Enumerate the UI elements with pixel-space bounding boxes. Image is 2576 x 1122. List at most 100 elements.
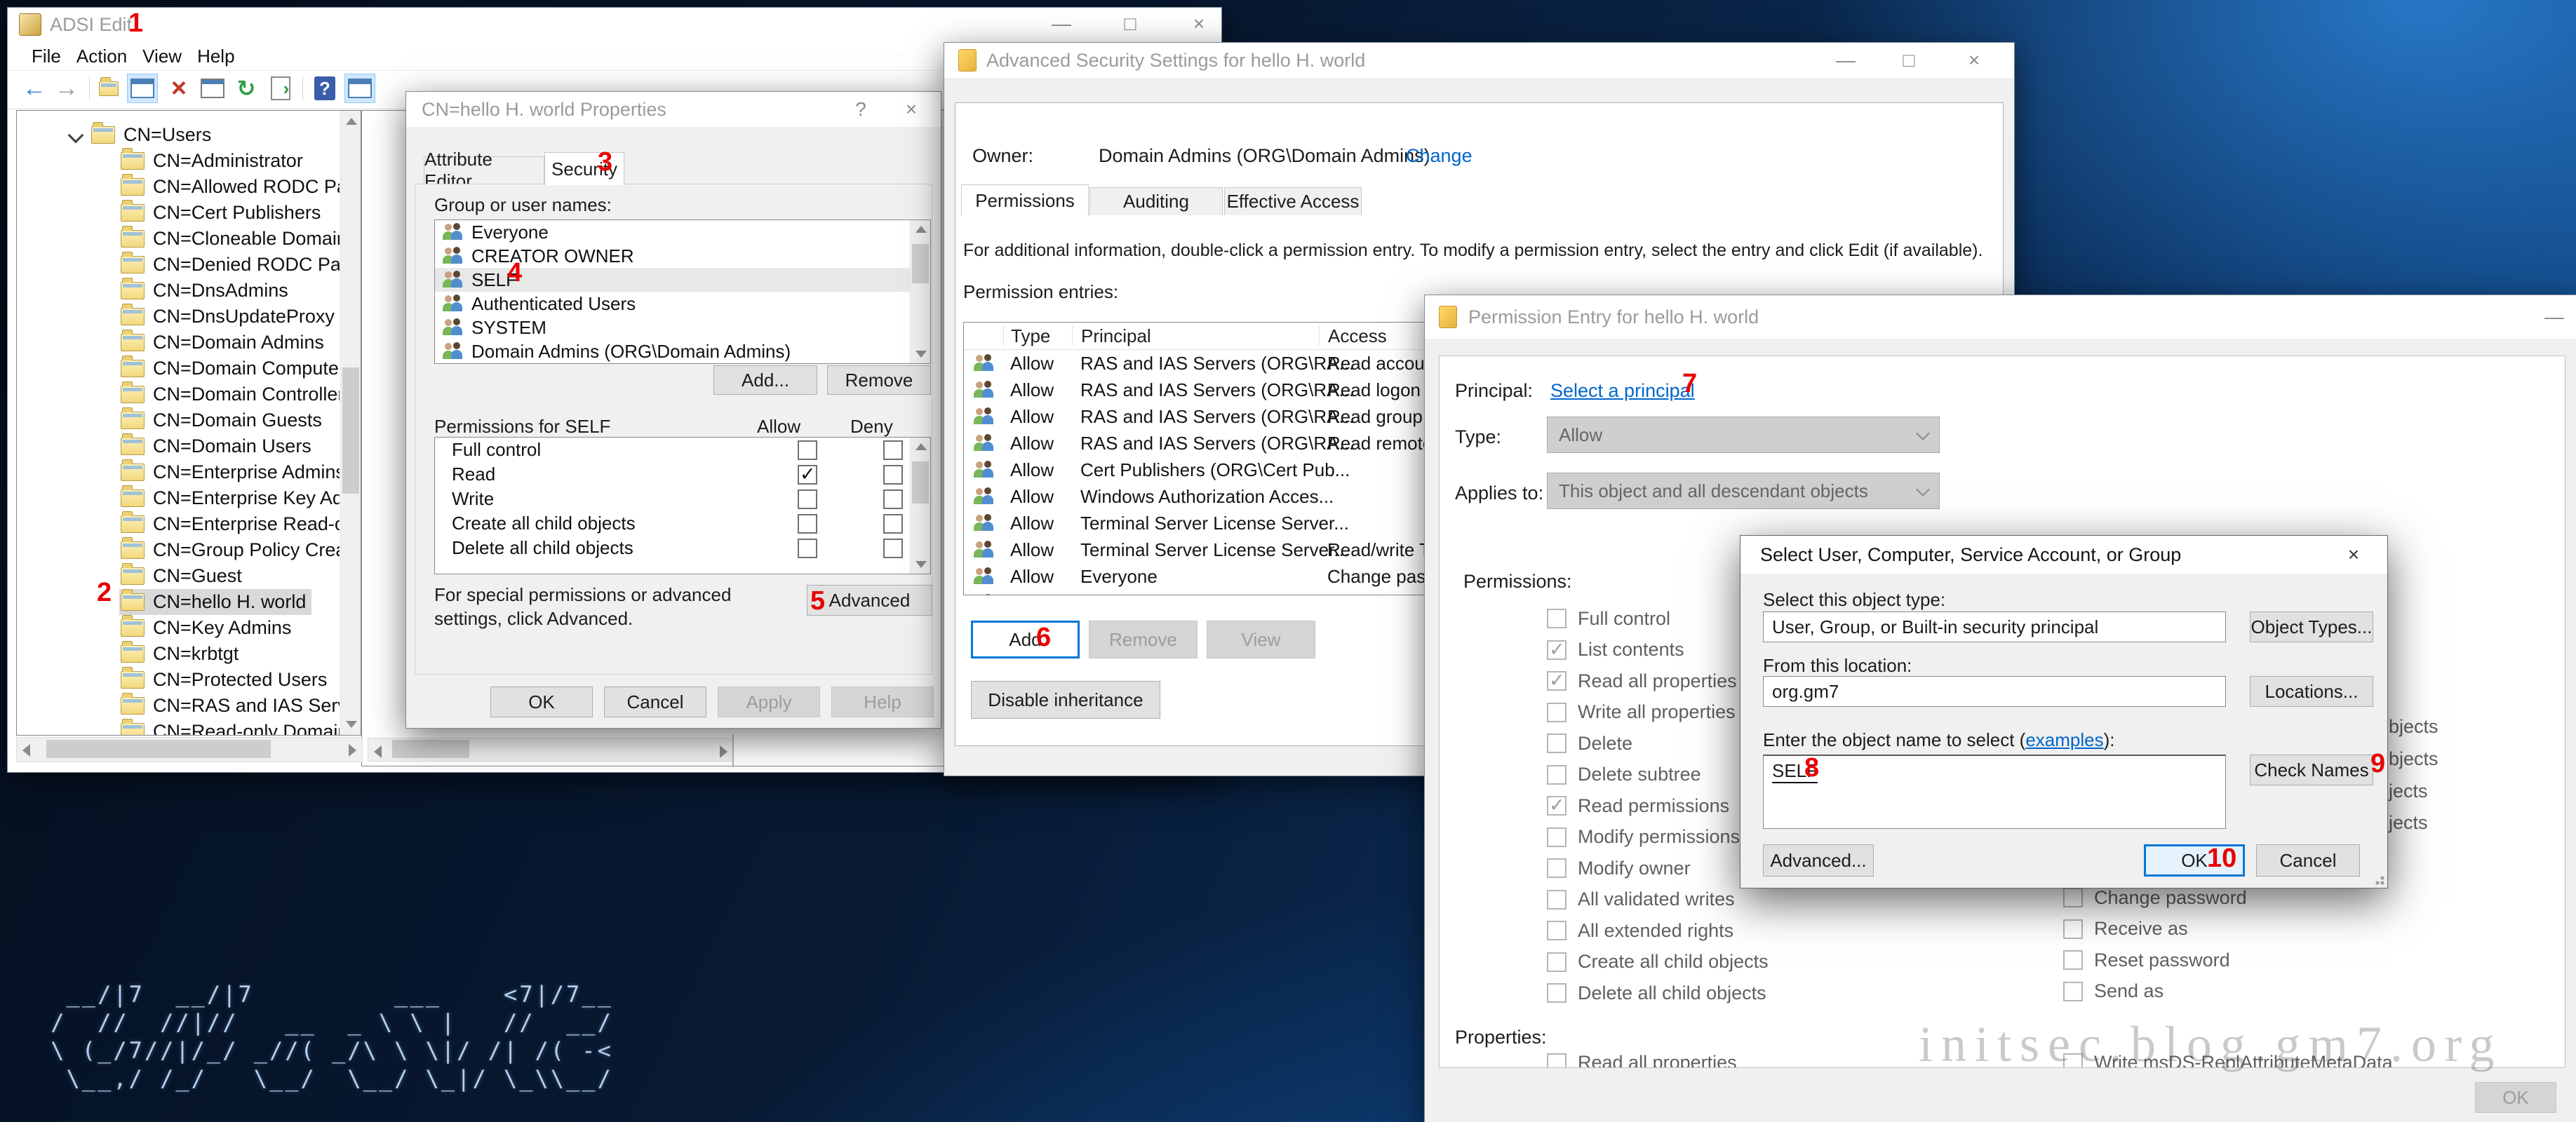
tree-item[interactable]: CN=DnsAdmins bbox=[21, 278, 340, 304]
group-item[interactable]: Domain Admins (ORG\Domain Admins) bbox=[435, 339, 930, 363]
deny-checkbox[interactable] bbox=[883, 489, 903, 509]
close-button[interactable]: × bbox=[2331, 540, 2376, 569]
refresh-icon[interactable]: ↻ bbox=[231, 74, 262, 103]
tree-item[interactable]: CN=Cloneable Domain Contro bbox=[21, 226, 340, 252]
chevron-down-icon[interactable] bbox=[62, 130, 90, 141]
group-item[interactable]: Authenticated Users bbox=[435, 292, 930, 316]
examples-link[interactable]: examples bbox=[2025, 729, 2103, 750]
tree-item[interactable]: CN=RAS and IAS Servers bbox=[21, 693, 340, 719]
groups-vscrollbar[interactable] bbox=[910, 220, 930, 363]
tree-hscrollbar[interactable] bbox=[16, 737, 363, 762]
show-action-pane-icon[interactable] bbox=[344, 74, 375, 103]
tree-item[interactable]: CN=Allowed RODC Password R bbox=[21, 174, 340, 200]
tree-item[interactable]: CN=Enterprise Admins bbox=[21, 459, 340, 485]
tree-item[interactable]: CN=Cert Publishers bbox=[21, 200, 340, 226]
permission-checkbox[interactable] bbox=[1547, 921, 1567, 940]
permission-checkbox[interactable] bbox=[1547, 827, 1567, 847]
group-item[interactable]: SYSTEM bbox=[435, 316, 930, 339]
show-console-tree-icon[interactable] bbox=[127, 74, 158, 103]
tree-item[interactable]: CN=Denied RODC Password R bbox=[21, 252, 340, 278]
cancel-button[interactable]: Cancel bbox=[2256, 844, 2360, 877]
tree-item[interactable]: CN=Domain Computers bbox=[21, 356, 340, 381]
group-item[interactable]: Everyone bbox=[435, 220, 930, 244]
minimize-button[interactable]: — bbox=[2532, 302, 2576, 332]
cancel-button[interactable]: Cancel bbox=[604, 687, 706, 717]
resize-grip[interactable] bbox=[2372, 872, 2384, 885]
tree-vscrollbar[interactable] bbox=[340, 111, 361, 735]
maximize-button[interactable]: □ bbox=[1886, 46, 1931, 75]
permission-checkbox[interactable] bbox=[1547, 765, 1567, 785]
allow-checkbox[interactable] bbox=[798, 514, 817, 534]
object-types-button[interactable]: Object Types... bbox=[2250, 611, 2373, 642]
tree-item[interactable]: CN=Group Policy Creator Owr bbox=[21, 537, 340, 563]
help-icon[interactable]: ? bbox=[309, 74, 340, 103]
select-principal-link[interactable]: Select a principal bbox=[1550, 380, 1695, 402]
ok-button[interactable]: OK bbox=[2475, 1082, 2556, 1113]
back-icon[interactable]: ← bbox=[19, 74, 50, 103]
allow-checkbox[interactable] bbox=[798, 539, 817, 558]
permission-checkbox[interactable] bbox=[2063, 888, 2083, 907]
menu-item[interactable]: File bbox=[32, 41, 76, 72]
help-button[interactable]: ? bbox=[841, 95, 880, 124]
check-names-button[interactable]: Check Names bbox=[2250, 755, 2373, 785]
advanced-button[interactable]: Advanced... bbox=[1763, 844, 1874, 877]
permission-checkbox[interactable] bbox=[2063, 982, 2083, 1001]
permission-checkbox[interactable] bbox=[1547, 609, 1567, 628]
menu-item[interactable]: Action bbox=[76, 41, 142, 72]
column-type[interactable]: Type bbox=[1003, 326, 1072, 346]
tree-item[interactable]: CN=Protected Users bbox=[21, 667, 340, 693]
tree-item[interactable]: CN=Domain Controllers bbox=[21, 381, 340, 407]
applies-to-combobox[interactable]: This object and all descendant objects bbox=[1547, 473, 1940, 509]
tree-item[interactable]: CN=Domain Guests bbox=[21, 407, 340, 433]
locations-button[interactable]: Locations... bbox=[2250, 676, 2373, 707]
change-owner-link[interactable]: Change bbox=[1406, 145, 1473, 167]
minimize-button[interactable]: — bbox=[1823, 46, 1868, 75]
tree-item[interactable]: CN=DnsUpdateProxy bbox=[21, 304, 340, 330]
tab-permissions[interactable]: Permissions bbox=[961, 184, 1089, 216]
delete-icon[interactable]: × bbox=[163, 74, 194, 103]
close-button[interactable]: × bbox=[1176, 9, 1221, 39]
remove-button[interactable]: Remove bbox=[827, 365, 931, 395]
permission-checkbox[interactable] bbox=[1547, 858, 1567, 878]
add-entry-button[interactable]: Add bbox=[971, 621, 1080, 658]
permission-checkbox[interactable] bbox=[2063, 919, 2083, 939]
permission-checkbox[interactable] bbox=[1547, 796, 1567, 816]
close-button[interactable]: × bbox=[892, 95, 931, 124]
object-name-textarea[interactable]: SELF bbox=[1763, 755, 2226, 829]
permissions-vscrollbar[interactable] bbox=[910, 438, 930, 574]
tree-item[interactable]: CN=krbtgt bbox=[21, 641, 340, 667]
permission-checkbox[interactable] bbox=[1547, 983, 1567, 1003]
remove-entry-button[interactable]: Remove bbox=[1089, 621, 1198, 658]
permission-checkbox[interactable] bbox=[1547, 703, 1567, 722]
tree-item[interactable]: CN=hello H. world bbox=[21, 589, 340, 615]
tree-item[interactable]: CN=Key Admins bbox=[21, 615, 340, 641]
menu-item[interactable]: Help bbox=[197, 41, 250, 72]
disable-inheritance-button[interactable]: Disable inheritance bbox=[971, 681, 1160, 719]
allow-checkbox[interactable] bbox=[798, 440, 817, 460]
view-entry-button[interactable]: View bbox=[1207, 621, 1315, 658]
tree-item[interactable]: CN=Administrator bbox=[21, 148, 340, 174]
deny-checkbox[interactable] bbox=[883, 539, 903, 558]
tree-item[interactable]: CN=Domain Users bbox=[21, 433, 340, 459]
export-list-icon[interactable]: › bbox=[264, 74, 295, 103]
tree-item[interactable]: CN=Domain Admins bbox=[21, 330, 340, 356]
tree-item[interactable]: CN=Read-only Domain Contr bbox=[21, 719, 340, 735]
tree-item[interactable]: CN=Users bbox=[21, 122, 340, 148]
select-user-titlebar[interactable]: Select User, Computer, Service Account, … bbox=[1740, 536, 2387, 574]
location-field[interactable]: org.gm7 bbox=[1763, 676, 2226, 707]
column-principal[interactable]: Principal bbox=[1072, 326, 1319, 346]
add-button[interactable]: Add... bbox=[713, 365, 817, 395]
properties-icon[interactable] bbox=[197, 74, 228, 103]
permission-checkbox[interactable] bbox=[1547, 890, 1567, 910]
deny-checkbox[interactable] bbox=[883, 440, 903, 460]
allow-checkbox[interactable] bbox=[798, 489, 817, 509]
tree-item[interactable]: CN=Enterprise Read-only Dor bbox=[21, 511, 340, 537]
close-button[interactable]: × bbox=[1952, 46, 1997, 75]
type-combobox[interactable]: Allow bbox=[1547, 417, 1940, 453]
permission-entry-titlebar[interactable]: Permission Entry for hello H. world bbox=[1425, 295, 2576, 339]
maximize-button[interactable]: □ bbox=[1108, 9, 1153, 39]
property-checkbox[interactable] bbox=[1547, 1053, 1567, 1069]
permission-checkbox[interactable] bbox=[1547, 734, 1567, 753]
menu-item[interactable]: View bbox=[142, 41, 197, 72]
object-type-field[interactable]: User, Group, or Built-in security princi… bbox=[1763, 611, 2226, 642]
